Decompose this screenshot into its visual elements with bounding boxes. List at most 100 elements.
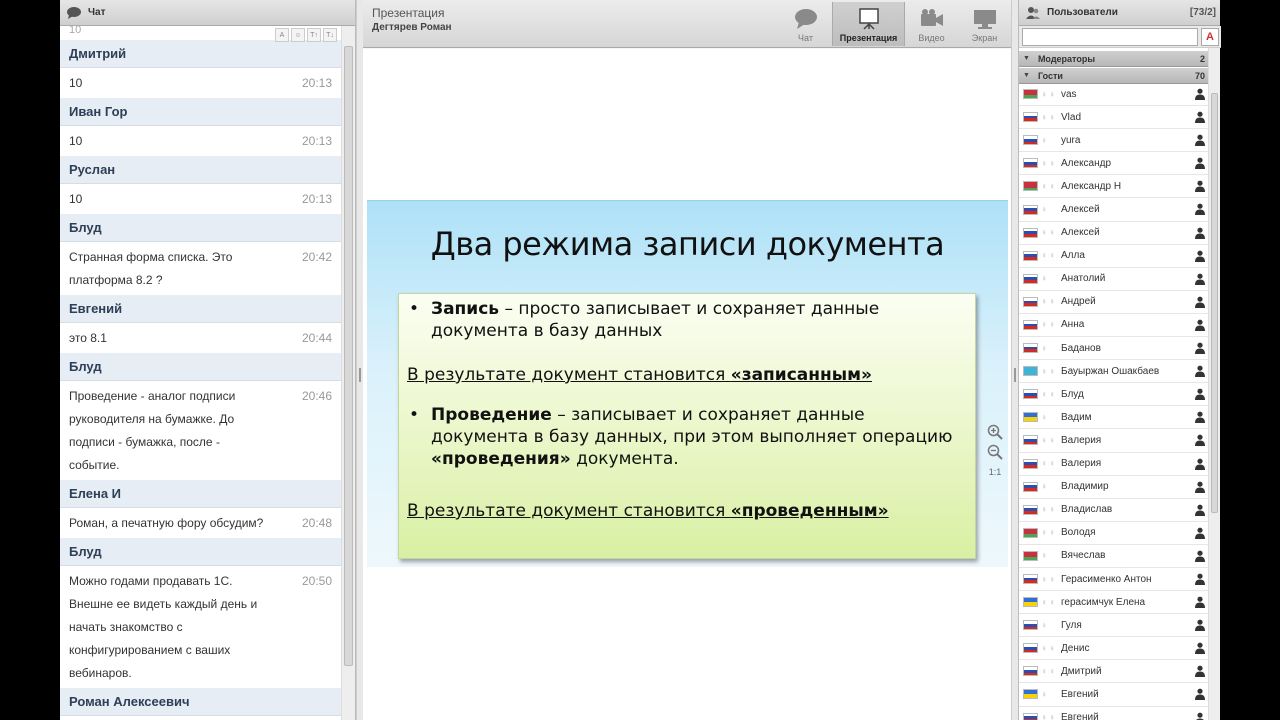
user-row[interactable]: ♀ ♀ герасимчук Елена	[1019, 591, 1209, 615]
user-profile-icon[interactable]	[1195, 342, 1205, 355]
chat-message-list[interactable]: 10 Дмитрий 10 20:13 Иван Гор 10 20:13 Руслан 10…	[60, 26, 341, 720]
user-profile-icon[interactable]	[1195, 458, 1205, 470]
user-row[interactable]: ♀ Евгений	[1019, 683, 1209, 707]
font-decrease-icon[interactable]: T↓	[323, 28, 337, 42]
chat-time: 20:44	[301, 331, 332, 345]
flag-icon	[1023, 112, 1038, 123]
zoom-reset-button[interactable]: 1:1	[986, 463, 1004, 481]
user-profile-icon[interactable]	[1195, 250, 1205, 262]
user-profile-icon[interactable]	[1195, 134, 1205, 147]
user-profile-icon[interactable]	[1195, 227, 1205, 239]
user-row[interactable]: ♀ yura	[1019, 129, 1209, 153]
tab-chat[interactable]: Чат	[779, 2, 832, 46]
user-row[interactable]: ♀ Баданов	[1019, 337, 1209, 361]
user-profile-icon[interactable]	[1195, 688, 1205, 701]
left-splitter[interactable]	[356, 0, 363, 720]
user-profile-icon[interactable]	[1195, 88, 1205, 100]
tab-video[interactable]: Видео	[905, 2, 958, 46]
user-profile-icon[interactable]	[1195, 596, 1205, 609]
user-profile-icon[interactable]	[1195, 157, 1205, 170]
user-row[interactable]: ♀ ♀ Евгений	[1019, 707, 1209, 720]
user-profile-icon[interactable]	[1195, 550, 1205, 562]
user-row[interactable]: ♀ ♀ vas	[1019, 83, 1209, 107]
user-row[interactable]: ♀ ♀ Vlad	[1019, 106, 1209, 130]
font-color-icon[interactable]: A	[275, 28, 289, 42]
microphone-icon: ♀	[1049, 666, 1055, 676]
user-row[interactable]: ♀ ♀ Валерия	[1019, 453, 1209, 476]
user-profile-icon[interactable]	[1195, 504, 1205, 516]
font-increase-icon[interactable]: T↑	[307, 28, 321, 42]
microphone-icon: ♀	[1041, 620, 1047, 630]
users-list[interactable]: ♀ ♀ vas ♀ ♀ Vlad ♀ yura ♀ ♀ Александр ♀ ♀ Александр Н…	[1019, 83, 1209, 720]
users-scrollbar-thumb[interactable]	[1211, 93, 1218, 513]
bullet-dot: •	[409, 405, 420, 425]
splitter-grip[interactable]	[1014, 368, 1016, 382]
user-profile-icon[interactable]	[1195, 111, 1205, 124]
zoom-in-icon[interactable]	[986, 423, 1004, 441]
user-profile-icon[interactable]	[1195, 527, 1205, 539]
user-row[interactable]: ♀ Анатолий	[1019, 268, 1209, 291]
user-row[interactable]: ♀ ♀ Андрей	[1019, 291, 1209, 314]
user-row[interactable]: ♀ ♀ Владислав	[1019, 499, 1209, 522]
user-row[interactable]: ♀ Алексей	[1019, 198, 1209, 222]
user-row[interactable]: ♀ ♀ Алла	[1019, 245, 1209, 268]
flag-icon	[1023, 227, 1038, 238]
user-row[interactable]: ♀ Владимир	[1019, 476, 1209, 499]
user-profile-icon[interactable]	[1195, 665, 1205, 678]
user-name: Дмитрий	[1061, 665, 1102, 677]
user-row[interactable]: ♀ Вячеслав	[1019, 545, 1209, 568]
chat-message-body: Можно годами продавать 1С. Внешне ее вид…	[60, 566, 341, 688]
user-profile-icon[interactable]	[1195, 712, 1205, 720]
user-row[interactable]: ♀ ♀ Володя	[1019, 522, 1209, 545]
user-row[interactable]: ♀ ♀ Валерия	[1019, 429, 1209, 453]
user-row[interactable]: ♀ ♀ Дмитрий	[1019, 660, 1209, 684]
users-search-input[interactable]	[1022, 28, 1198, 46]
microphone-icon: ♀	[1041, 459, 1047, 469]
user-profile-icon[interactable]	[1195, 365, 1205, 378]
user-row[interactable]: ♀ ♀ Анна	[1019, 314, 1209, 338]
microphone-icon: ♀	[1049, 528, 1055, 538]
user-profile-icon[interactable]	[1195, 573, 1205, 585]
microphone-icon: ♀	[1049, 505, 1055, 515]
emoticon-icon[interactable]: ☺	[291, 28, 305, 42]
chat-time: 20:13	[301, 192, 332, 206]
users-panel: Пользователи [73/2] A ▼ Модераторы 2 ▼ Г…	[1018, 0, 1221, 720]
user-row[interactable]: ♀ ♀ Блуд	[1019, 383, 1209, 407]
tab-presentation[interactable]: Презентация	[832, 2, 905, 46]
flag-icon	[1023, 389, 1038, 400]
user-profile-icon[interactable]	[1195, 619, 1205, 632]
user-row[interactable]: ♀ ♀ Алексей	[1019, 222, 1209, 245]
user-name: Александр Н	[1061, 180, 1122, 192]
group-moderators[interactable]: ▼ Модераторы 2	[1019, 51, 1209, 67]
user-profile-icon[interactable]	[1195, 481, 1205, 493]
right-splitter[interactable]	[1011, 0, 1018, 720]
splitter-grip[interactable]	[359, 368, 361, 382]
user-row[interactable]: ♀ ♀ Бауыржан Ошакбаев	[1019, 360, 1209, 384]
user-row[interactable]: ♀ ♀ Александр	[1019, 152, 1209, 176]
chat-author: Иван Гор	[60, 98, 341, 126]
right-black-border	[1220, 0, 1280, 720]
user-profile-icon[interactable]	[1195, 411, 1205, 424]
user-profile-icon[interactable]	[1195, 273, 1205, 285]
user-profile-icon[interactable]	[1195, 642, 1205, 655]
user-profile-icon[interactable]	[1195, 296, 1205, 308]
user-profile-icon[interactable]	[1195, 388, 1205, 401]
user-profile-icon[interactable]	[1195, 434, 1205, 447]
tab-screen[interactable]: Экран	[958, 2, 1011, 46]
user-row[interactable]: ♀ ♀ Александр Н	[1019, 175, 1209, 199]
user-row[interactable]: ♀ ♀ Герасименко Антон	[1019, 568, 1209, 592]
chat-toolbar: A ☺ T↑ T↓	[275, 28, 337, 42]
user-row[interactable]: ♀ ♀ Денис	[1019, 637, 1209, 661]
user-row[interactable]: ♀ Гуля	[1019, 614, 1209, 638]
users-sort-button[interactable]: A	[1201, 28, 1219, 46]
user-name: Евгений	[1061, 712, 1099, 720]
group-guests[interactable]: ▼ Гости 70	[1019, 68, 1209, 84]
user-profile-icon[interactable]	[1195, 319, 1205, 331]
user-profile-icon[interactable]	[1195, 180, 1205, 193]
users-scrollbar[interactable]	[1208, 48, 1220, 720]
user-row[interactable]: ♀ Вадим	[1019, 406, 1209, 430]
user-profile-icon[interactable]	[1195, 203, 1205, 216]
chat-scrollbar[interactable]	[341, 26, 355, 720]
zoom-out-icon[interactable]	[986, 443, 1004, 461]
chat-scrollbar-thumb[interactable]	[344, 46, 353, 666]
